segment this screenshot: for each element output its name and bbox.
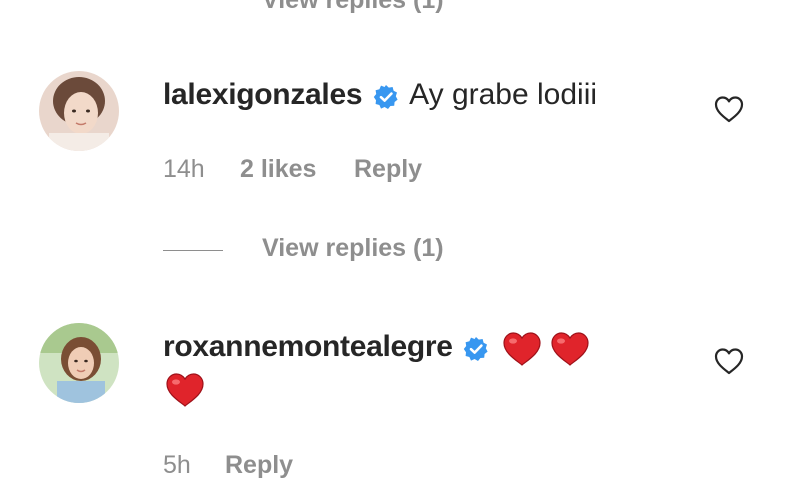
avatar-lalexigonzales[interactable] — [39, 71, 119, 151]
comment-body-1: lalexigonzales Ay grabe lodiii — [163, 78, 597, 115]
like-heart-icon[interactable] — [712, 92, 746, 126]
replies-divider-line — [163, 250, 223, 251]
reply-button[interactable]: Reply — [225, 451, 293, 480]
verified-badge-icon — [373, 84, 399, 115]
reply-button[interactable]: Reply — [354, 155, 422, 184]
red-heart-emoji-icon — [165, 372, 205, 413]
like-heart-icon[interactable] — [712, 344, 746, 378]
view-replies-link-top[interactable]: View replies (1) — [262, 0, 444, 15]
verified-badge-icon — [463, 336, 489, 367]
comment-body-2: roxannemontealegre — [163, 330, 590, 372]
username[interactable]: roxannemontealegre — [163, 330, 453, 363]
comment-time: 5h — [163, 451, 191, 479]
comment-time: 14h — [163, 155, 205, 183]
comment-text: Ay grabe lodiii — [409, 78, 598, 111]
avatar-photo — [39, 323, 119, 403]
red-heart-emoji-icon — [550, 331, 590, 372]
red-heart-emoji-icon — [502, 331, 542, 372]
username[interactable]: lalexigonzales — [163, 78, 363, 111]
avatar-photo — [39, 71, 119, 151]
likes-count[interactable]: 2 likes — [240, 155, 316, 184]
view-replies-link[interactable]: View replies (1) — [262, 234, 444, 263]
avatar-roxannemontealegre[interactable] — [39, 323, 119, 403]
